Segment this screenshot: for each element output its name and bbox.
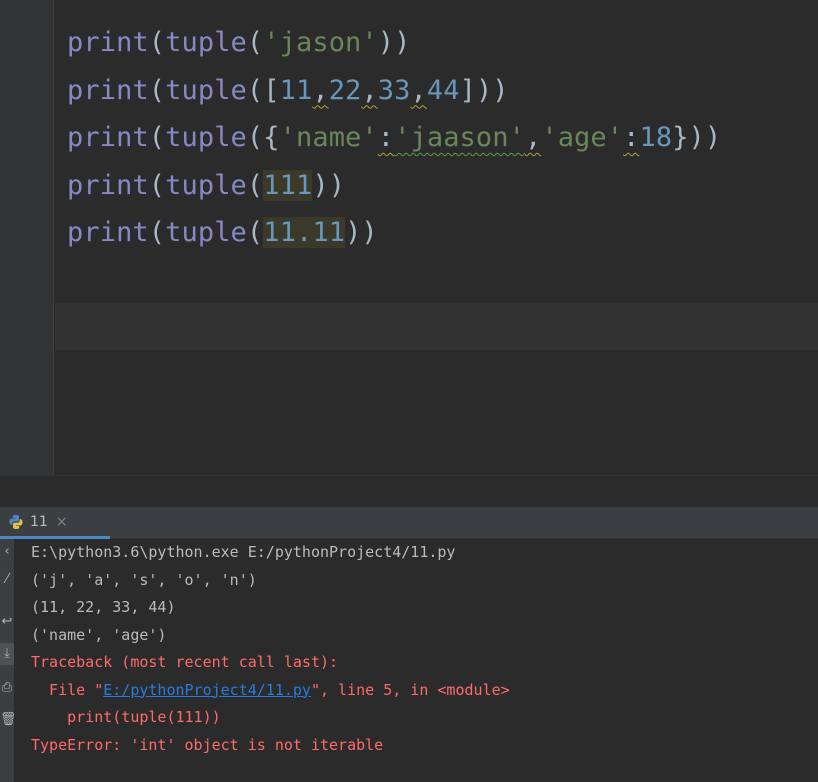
code-token: 11.11: [263, 217, 346, 248]
code-token: 44: [426, 74, 460, 106]
console-text: TypeError: 'int' object is not iterable: [31, 735, 384, 754]
console-line: Traceback (most recent call last):: [31, 649, 818, 677]
console-line: File "E:/pythonProject4/11.py", line 5, …: [31, 677, 818, 705]
code-token: (: [148, 122, 166, 153]
run-tab-label: 11: [30, 513, 48, 530]
code-token: ,: [410, 74, 427, 106]
run-console-output[interactable]: E:\python3.6\python.exe E:/pythonProject…: [14, 539, 818, 782]
code-token: )): [377, 27, 411, 58]
python-icon: [9, 514, 23, 529]
code-line[interactable]: print(tuple({'name':'jaason','age':18})): [67, 114, 721, 162]
code-token: 'jason': [263, 27, 378, 58]
console-text: ('name', 'age'): [31, 625, 167, 644]
code-token: )): [345, 217, 378, 248]
code-token: print: [67, 27, 149, 58]
code-token: ,: [524, 122, 542, 153]
print-icon[interactable]: ⎙: [0, 677, 14, 699]
wrap-icon[interactable]: ⁄: [0, 569, 14, 591]
file-link[interactable]: E:/pythonProject4/11.py: [103, 681, 311, 699]
console-text: (11, 22, 33, 44): [31, 598, 176, 616]
code-token: print: [67, 74, 149, 106]
code-token: 'name': [279, 122, 378, 153]
code-token: 22: [328, 74, 362, 106]
current-line-highlight: [55, 303, 818, 350]
code-token: tuple: [165, 27, 247, 58]
code-token: })): [672, 122, 722, 153]
console-text: E:\python3.6\python.exe E:/pythonProject…: [31, 543, 456, 561]
console-line: TypeError: 'int' object is not iterable: [31, 732, 818, 760]
code-token: tuple: [165, 74, 247, 106]
code-token: ,: [361, 74, 378, 106]
console-text: ", line 5, in <module>: [310, 680, 510, 699]
code-token: tuple: [165, 122, 247, 153]
console-line: print(tuple(111)): [31, 704, 818, 732]
code-token: (: [246, 27, 264, 58]
editor-gutter[interactable]: [0, 0, 54, 475]
code-line[interactable]: print(tuple([11,22,33,44])): [67, 67, 509, 115]
console-line: ('j', 'a', 's', 'o', 'n'): [31, 567, 818, 595]
code-token: (: [148, 74, 166, 106]
code-token: )): [312, 169, 346, 201]
code-token: 33: [377, 74, 411, 106]
scroll-up-icon[interactable]: ‹: [0, 541, 14, 563]
console-text: Traceback (most recent call last):: [31, 653, 339, 671]
code-token: print: [67, 217, 149, 248]
delete-icon[interactable]: 🗑: [0, 709, 17, 731]
code-token: ,: [312, 74, 329, 106]
code-token: 'age': [541, 122, 624, 153]
code-token: tuple: [165, 217, 247, 248]
code-token: (: [246, 217, 264, 248]
run-tab-11[interactable]: 11 ×: [0, 507, 110, 539]
run-tab-bar: 11 ×: [0, 507, 818, 539]
close-icon[interactable]: ×: [56, 514, 68, 530]
code-editor[interactable]: print(tuple('jason')) print(tuple([11,22,…: [0, 0, 818, 475]
console-lines: E:\python3.6\python.exe E:/pythonProject…: [31, 539, 818, 759]
code-token: (: [246, 169, 264, 201]
code-token: ])): [459, 74, 509, 106]
code-token: (: [148, 169, 166, 201]
code-token: 111: [263, 169, 313, 201]
code-token: (: [148, 217, 166, 248]
code-token: (: [148, 27, 166, 58]
code-line[interactable]: print(tuple('jason')): [67, 19, 411, 67]
code-token: print: [67, 169, 149, 201]
code-token: :: [377, 122, 395, 153]
code-token: print: [67, 122, 149, 153]
console-line: (11, 22, 33, 44): [31, 594, 818, 622]
panel-splitter[interactable]: [0, 475, 818, 507]
code-line[interactable]: print(tuple(11.11)): [67, 209, 378, 257]
code-token: ({: [246, 122, 280, 153]
console-text: print(tuple(111)): [31, 708, 221, 726]
code-token: :: [623, 122, 640, 153]
code-token: ([: [246, 74, 280, 106]
code-token: tuple: [165, 169, 247, 201]
code-line[interactable]: print(tuple(111)): [67, 162, 345, 210]
console-line: ('name', 'age'): [31, 622, 818, 650]
run-toolbar: ‹ ⁄ ↩ ⤓ ⎙ 🗑: [0, 539, 17, 782]
scroll-to-end-icon[interactable]: ⤓: [0, 643, 14, 665]
console-text: ('j', 'a', 's', 'o', 'n'): [31, 570, 257, 589]
code-token: 'jaason': [394, 122, 525, 153]
console-line: E:\python3.6\python.exe E:/pythonProject…: [31, 539, 818, 567]
soft-wrap-icon[interactable]: ↩: [0, 611, 14, 633]
console-text: File ": [31, 680, 104, 699]
code-token: 18: [639, 122, 673, 153]
code-token: 11: [279, 74, 313, 106]
